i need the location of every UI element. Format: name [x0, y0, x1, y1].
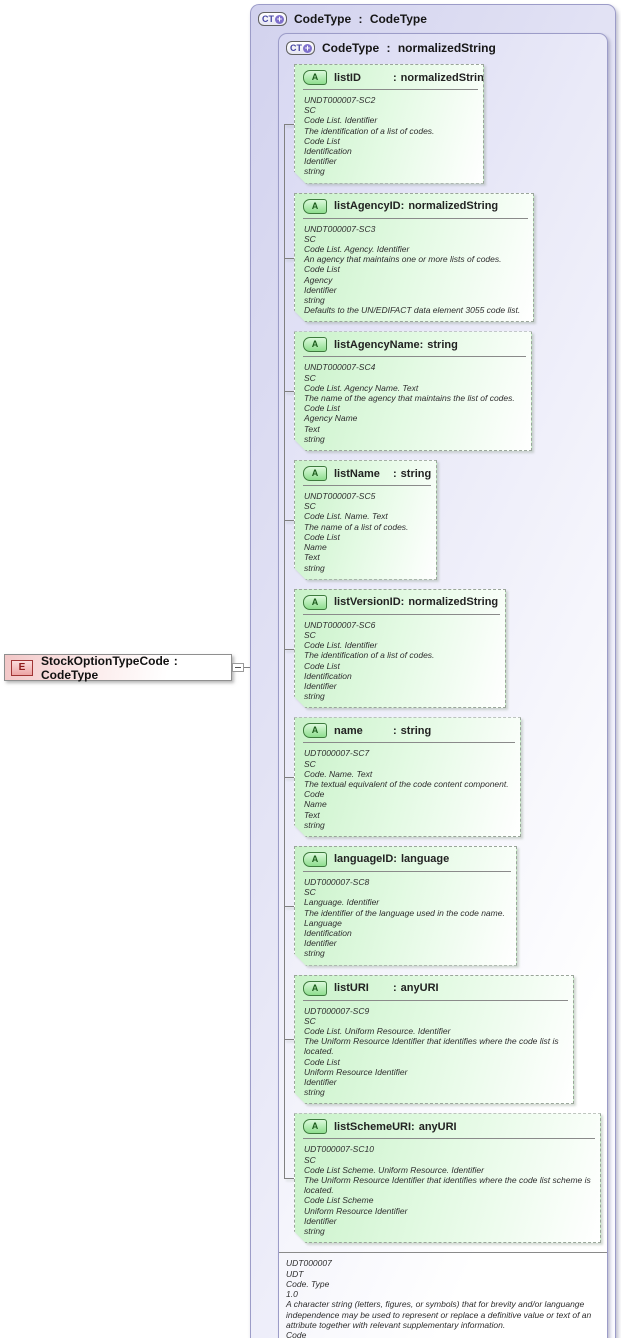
- attribute-name: listAgencyID: [334, 200, 401, 213]
- attribute-type: anyURI: [418, 1120, 457, 1133]
- attribute-type: normalizedString: [408, 200, 499, 213]
- attribute-box-listid[interactable]: A listID : normalizedString UNDT000007-S…: [284, 64, 484, 184]
- attribute-header: A name : string: [295, 718, 520, 740]
- attribute-header: A listURI : anyURI: [295, 976, 573, 998]
- attribute-box-listschemeuri[interactable]: A listSchemeURI : anyURI UDT000007-SC10 …: [284, 1113, 601, 1243]
- attribute-header: A languageID : language: [295, 847, 516, 869]
- attribute-box-listuri[interactable]: A listURI : anyURI UDT000007-SC9 SC Code…: [284, 975, 574, 1105]
- separator: [303, 356, 526, 357]
- attribute-box-listversionid[interactable]: A listVersionID : normalizedString UNDT0…: [284, 589, 506, 709]
- connector-spine: [284, 124, 285, 1178]
- attribute-annotation: UDT000007-SC10 SC Code List Scheme. Unif…: [304, 1144, 591, 1237]
- separator: [303, 742, 515, 743]
- attribute-name: listURI: [334, 982, 369, 995]
- attribute-annotation: UDT000007-SC8 SC Language. Identifier Th…: [304, 876, 505, 959]
- attribute-annotation: UNDT000007-SC5 SC Code List. Name. Text …: [304, 491, 409, 573]
- schema-diagram: E StockOptionTypeCode : CodeType CT + Cod…: [0, 0, 621, 1338]
- separator: [303, 1138, 595, 1139]
- complextype-box-inner: CT + CodeType : normalizedString A listID…: [278, 33, 608, 1338]
- complextype-icon: CT +: [258, 12, 287, 26]
- attribute-type: normalizedString: [408, 596, 499, 609]
- collapse-handle-icon[interactable]: [232, 663, 244, 672]
- attribute-name: name: [334, 724, 363, 737]
- outer-box-header[interactable]: CT + CodeType : CodeType: [251, 5, 615, 29]
- separator: [303, 871, 511, 872]
- attribute-type: language: [400, 853, 450, 866]
- element-box-stockoptiontypecode[interactable]: E StockOptionTypeCode : CodeType: [4, 653, 232, 682]
- documentation-text: UDT000007 UDT Code. Type 1.0 A character…: [286, 1258, 592, 1338]
- attribute-icon: A: [303, 466, 327, 481]
- attribute-name: listAgencyName: [334, 338, 420, 351]
- attribute-type: normalizedString: [400, 71, 491, 84]
- attribute-name: listVersionID: [334, 596, 401, 609]
- attribute-type: string: [400, 467, 432, 480]
- attribute-icon: A: [303, 852, 327, 867]
- attribute-icon: A: [303, 1119, 327, 1134]
- attribute-box-name[interactable]: A name : string UDT000007-SC7 SC Code. N…: [284, 717, 521, 837]
- attribute-icon: A: [303, 199, 327, 214]
- element-title: StockOptionTypeCode : CodeType: [41, 653, 178, 682]
- attribute-annotation: UNDT000007-SC2 SC Code List. Identifier …: [304, 95, 435, 177]
- attribute-icon: A: [303, 723, 327, 738]
- attribute-annotation: UNDT000007-SC3 SC Code List. Agency. Ide…: [304, 223, 521, 316]
- attribute-name: listSchemeURI: [334, 1120, 412, 1133]
- plus-icon: +: [275, 13, 284, 24]
- attribute-annotation: UDT000007-SC9 SC Code List. Uniform Reso…: [304, 1005, 559, 1098]
- separator: [303, 485, 431, 486]
- attribute-list: A listID : normalizedString UNDT000007-S…: [279, 58, 607, 1243]
- attribute-type: string: [427, 338, 458, 351]
- inner-box-header[interactable]: CT + CodeType : normalizedString: [279, 34, 607, 58]
- attribute-icon: A: [303, 595, 327, 610]
- attribute-header: A listAgencyName : string: [295, 332, 531, 354]
- attribute-icon: A: [303, 337, 327, 352]
- attribute-type: anyURI: [400, 982, 439, 995]
- attribute-icon: A: [303, 70, 327, 85]
- complextype-icon: CT +: [286, 41, 315, 55]
- inner-box-title: CodeType : normalizedString: [322, 41, 496, 55]
- attribute-icon: A: [303, 981, 327, 996]
- attribute-box-listagencyid[interactable]: A listAgencyID : normalizedString UNDT00…: [284, 193, 534, 323]
- attribute-name: languageID: [334, 853, 394, 866]
- attribute-header: A listName : string: [295, 461, 436, 483]
- element-icon: E: [11, 659, 33, 676]
- attribute-box-languageid[interactable]: A languageID : language UDT000007-SC8 SC…: [284, 846, 517, 966]
- attribute-header: A listID : normalizedString: [295, 65, 483, 87]
- attribute-annotation: UDT000007-SC7 SC Code. Name. Text The te…: [304, 748, 509, 830]
- attribute-type: string: [400, 724, 432, 737]
- attribute-name: listName: [334, 467, 380, 480]
- plus-icon: +: [303, 42, 312, 53]
- attribute-header: A listSchemeURI : anyURI: [295, 1114, 600, 1136]
- attribute-header: A listVersionID : normalizedString: [295, 590, 505, 612]
- separator: [303, 614, 500, 615]
- attribute-box-listagencyname[interactable]: A listAgencyName : string UNDT000007-SC4…: [284, 331, 532, 451]
- attribute-box-listname[interactable]: A listName : string UNDT000007-SC5 SC Co…: [284, 460, 437, 580]
- attribute-name: listID: [334, 71, 361, 84]
- separator: [303, 89, 478, 90]
- attribute-annotation: UNDT000007-SC6 SC Code List. Identifier …: [304, 619, 435, 702]
- separator: [303, 218, 528, 219]
- outer-box-title: CodeType : CodeType: [294, 12, 427, 26]
- attribute-annotation: UNDT000007-SC4 SC Code List. Agency Name…: [304, 362, 515, 444]
- complextype-box-outer: CT + CodeType : CodeType CT + CodeType : n…: [250, 4, 616, 1338]
- attribute-header: A listAgencyID : normalizedString: [295, 194, 533, 216]
- separator: [303, 1000, 568, 1001]
